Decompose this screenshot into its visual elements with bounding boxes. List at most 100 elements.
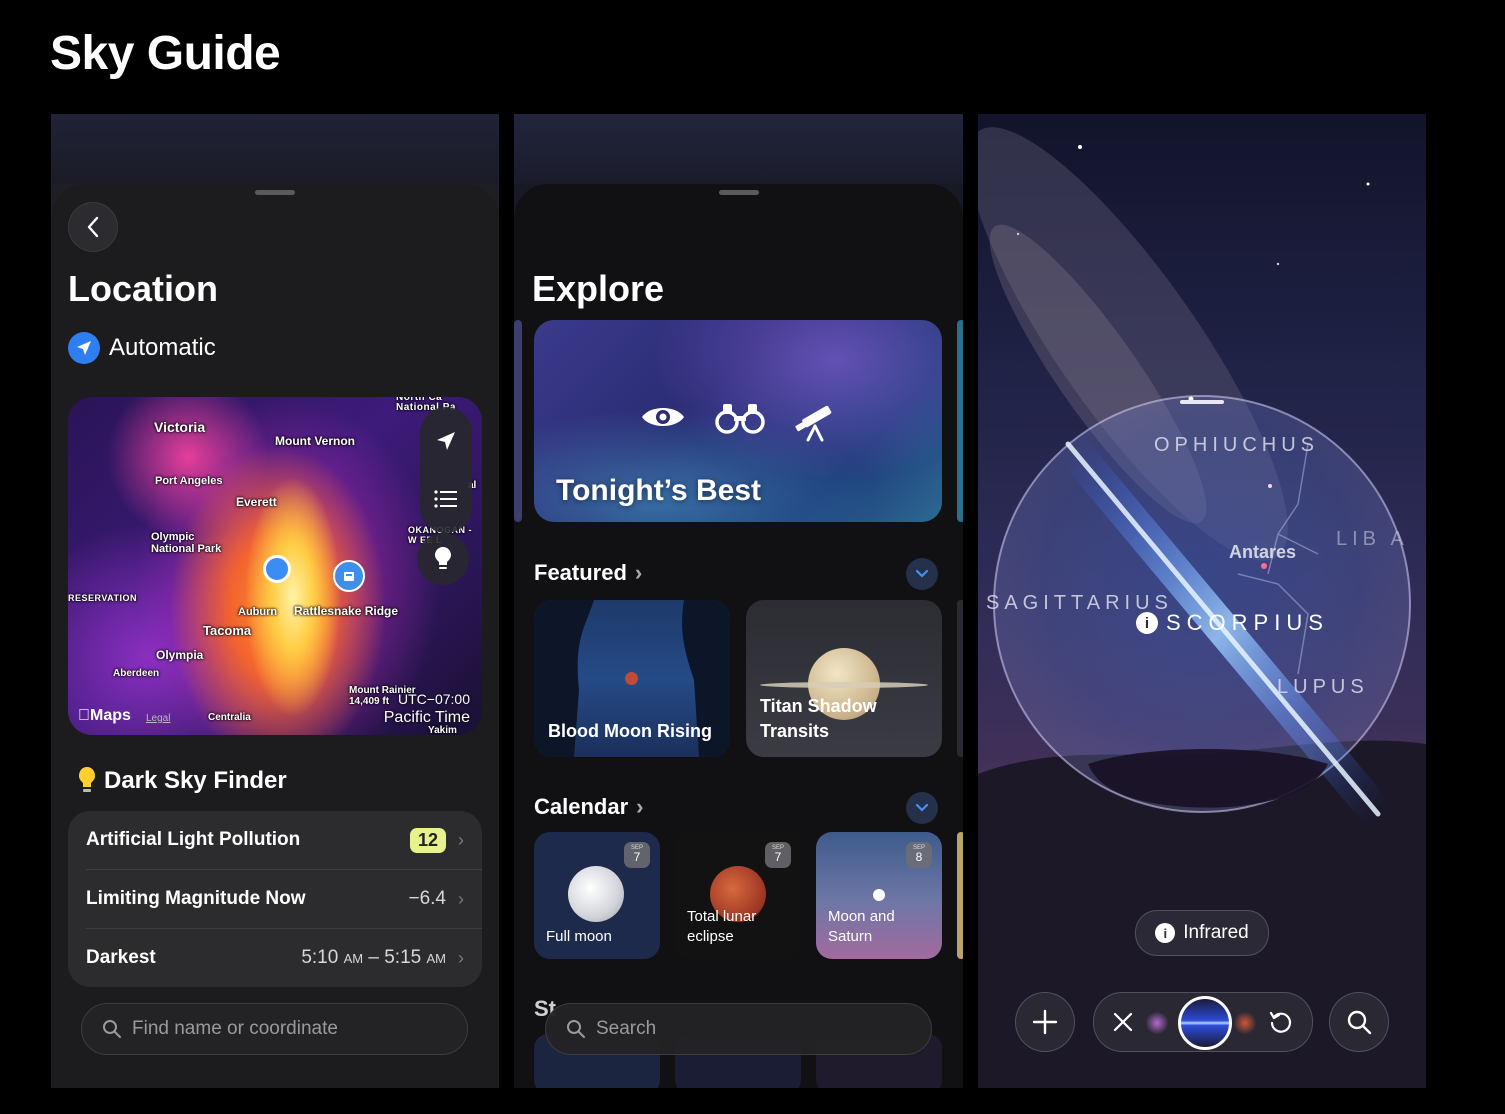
saturn-rings	[760, 682, 928, 688]
date-badge: SEP 7	[765, 842, 791, 868]
constellation-libra[interactable]: LIB A	[1336, 528, 1409, 551]
chevron-right-icon: ›	[458, 947, 464, 968]
chevron-left-icon	[87, 216, 99, 238]
darkest-row[interactable]: Darkest 5:10 AM – 5:15 AM ›	[68, 929, 482, 987]
wavelength-swatch-left[interactable]	[1146, 1012, 1168, 1034]
map-label-mount-vernon: Mount Vernon	[275, 434, 355, 448]
close-button[interactable]	[1108, 1007, 1138, 1037]
featured-card-blood-moon[interactable]: Blood Moon Rising	[534, 600, 730, 757]
map-label-olympic-park: Olympic National Park	[151, 531, 222, 556]
search-icon	[567, 1020, 585, 1038]
full-moon-icon	[568, 866, 624, 922]
list-view-button[interactable]	[420, 473, 472, 525]
eye-icon	[642, 408, 684, 426]
map-label-rattlesnake-ridge: Rattlesnake Ridge	[294, 604, 399, 618]
tonights-best-title: Tonight’s Best	[556, 474, 761, 507]
calendar-collapse-button[interactable]	[906, 792, 938, 824]
limiting-magnitude-row[interactable]: Limiting Magnitude Now −6.4 ›	[68, 870, 482, 928]
navigation-arrow-icon	[437, 432, 455, 450]
chevron-right-icon: ›	[458, 829, 464, 850]
telescope-icon	[795, 405, 832, 442]
dark-sky-button[interactable]	[417, 533, 469, 585]
sheet-grabber[interactable]	[718, 190, 759, 195]
sheet-grabber[interactable]	[255, 190, 295, 195]
page-title: Sky Guide	[50, 27, 281, 80]
explore-search-input[interactable]: Search	[545, 1003, 932, 1055]
constellation-ophiuchus[interactable]: OPHIUCHUS	[1154, 434, 1319, 457]
chevron-right-icon: ›	[634, 560, 643, 585]
wavelength-swatch-right[interactable]	[1234, 1012, 1256, 1034]
search-placeholder: Search	[596, 1018, 657, 1039]
map-label-reservation: RESERVATION	[68, 593, 138, 603]
map-label-port-angeles: Port Angeles	[155, 475, 223, 487]
calendar-card-moon-saturn[interactable]: SEP 8 Moon and Saturn	[816, 832, 942, 959]
map-label-auburn: Auburn	[238, 606, 278, 618]
search-placeholder: Find name or coordinate	[132, 1018, 338, 1039]
explore-title: Explore	[532, 268, 665, 309]
location-search-input[interactable]: Find name or coordinate	[81, 1003, 468, 1055]
map-label-victoria: Victoria	[154, 419, 206, 435]
star-antares[interactable]: Antares	[1229, 542, 1296, 563]
chevron-down-icon	[915, 569, 929, 578]
dark-sky-card: Artificial Light Pollution 12 › Limiting …	[68, 811, 482, 987]
constellation-lupus[interactable]: LUPUS	[1277, 676, 1369, 699]
magnitude-value: −6.4	[408, 888, 446, 909]
maps-attribution: Maps	[78, 707, 131, 724]
locate-me-button[interactable]	[420, 415, 472, 467]
map-label-everett: Everett	[236, 495, 277, 509]
explore-screen: Explore Tonight’s Best Featured › Blood …	[514, 114, 963, 1088]
reset-icon	[1269, 1011, 1292, 1033]
chevron-down-icon	[915, 803, 929, 812]
infrared-filter-chip[interactable]: i Infrared	[1135, 910, 1269, 956]
sky-search-button[interactable]	[1329, 992, 1389, 1052]
current-location-dot	[263, 555, 291, 583]
search-icon	[1347, 1010, 1372, 1035]
automatic-location-row[interactable]: Automatic	[68, 332, 216, 364]
moon-icon	[873, 889, 885, 901]
reset-button[interactable]	[1266, 1007, 1296, 1037]
bortle-badge: 12	[409, 827, 446, 853]
featured-collapse-button[interactable]	[906, 558, 938, 590]
automatic-label: Automatic	[109, 334, 216, 361]
location-arrow-icon	[68, 332, 100, 364]
back-button[interactable]	[68, 202, 118, 252]
lens-grabber[interactable]	[1180, 400, 1224, 404]
location-title: Location	[68, 268, 218, 309]
legal-link[interactable]: Legal	[146, 713, 170, 724]
tonights-best-card[interactable]: Tonight’s Best	[534, 320, 942, 522]
chevron-right-icon: ›	[458, 888, 464, 909]
constellation-scorpius[interactable]: i SCORPIUS	[1136, 610, 1329, 636]
dark-sky-finder-header: Dark Sky Finder	[78, 766, 287, 796]
blood-moon-icon	[625, 672, 638, 685]
search-icon	[103, 1020, 121, 1038]
map-label-aberdeen: Aberdeen	[113, 668, 160, 679]
lightbulb-icon	[79, 767, 95, 792]
featured-header[interactable]: Featured ›	[534, 560, 642, 586]
wavelength-selector[interactable]	[1093, 992, 1313, 1052]
plus-icon	[1032, 1009, 1058, 1035]
binoculars-icon	[715, 404, 765, 434]
map-label-centralia: Centralia	[208, 712, 251, 723]
timezone-name: Pacific Time	[383, 709, 470, 726]
featured-card-titan[interactable]: Titan Shadow Transits	[746, 600, 942, 757]
wavelength-swatch-selected[interactable]	[1178, 996, 1232, 1050]
park-pin-icon[interactable]	[333, 560, 365, 592]
calendar-card-lunar-eclipse[interactable]: SEP 7 Total lunar eclipse	[675, 832, 801, 959]
calendar-header[interactable]: Calendar ›	[534, 794, 643, 820]
date-badge: SEP 7	[624, 842, 650, 868]
close-icon	[1113, 1012, 1133, 1032]
light-pollution-row[interactable]: Artificial Light Pollution 12 ›	[68, 811, 482, 869]
sky-view-screen[interactable]: OPHIUCHUS LIB A Antares SAGITTARIUS i SC…	[978, 114, 1426, 1088]
map-controls	[420, 407, 472, 533]
calendar-card-full-moon[interactable]: SEP 7 Full moon	[534, 832, 660, 959]
location-screen: Location Automatic Victoria Mount Vernon…	[51, 114, 499, 1088]
lightbulb-icon	[435, 547, 451, 569]
map-label-tacoma: Tacoma	[203, 623, 252, 638]
add-button[interactable]	[1015, 992, 1075, 1052]
light-pollution-map[interactable]: Victoria Mount Vernon North Ca National …	[68, 397, 482, 735]
list-icon	[434, 490, 457, 508]
dark-sky-finder-title: Dark Sky Finder	[104, 767, 287, 794]
info-icon: i	[1136, 612, 1158, 634]
darkest-time: 5:10 AM – 5:15 AM ›	[301, 947, 464, 968]
map-label-olympia: Olympia	[156, 648, 204, 662]
